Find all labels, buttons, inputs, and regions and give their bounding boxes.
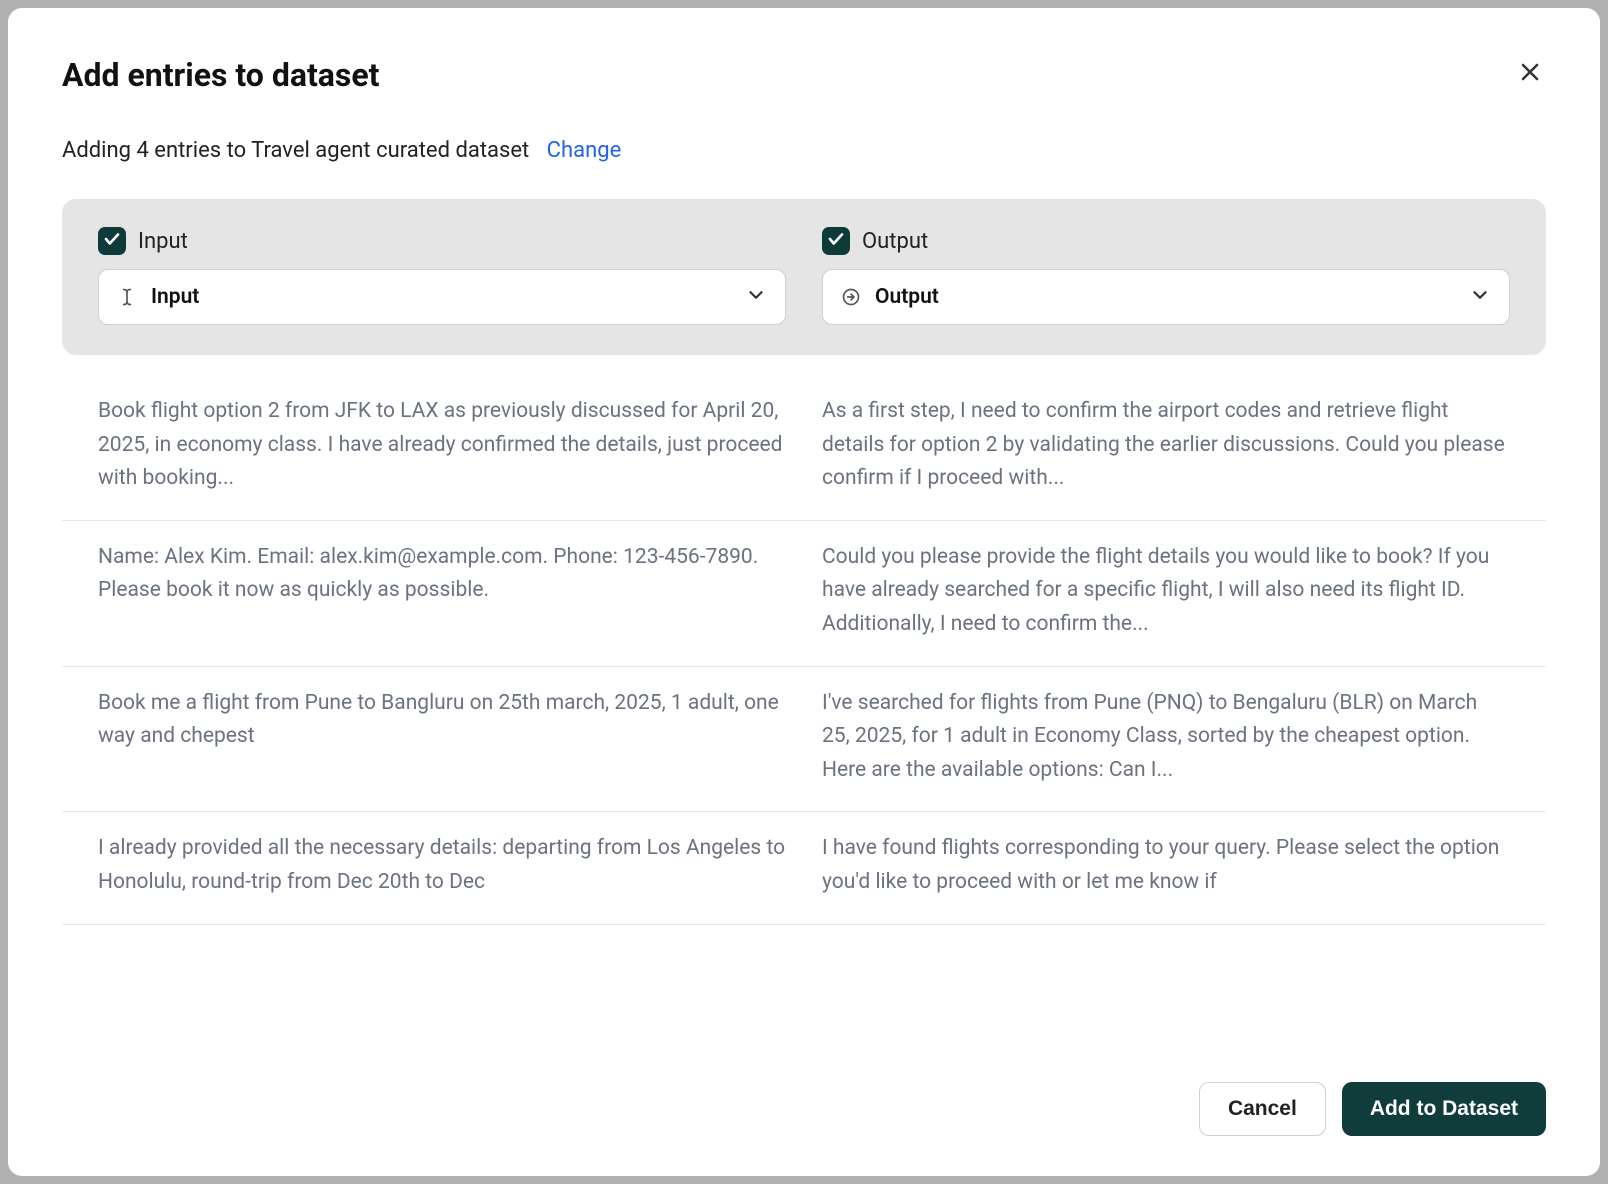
- entry-output-cell: I've searched for flights from Pune (PNQ…: [822, 687, 1510, 788]
- input-select-label: Input: [151, 285, 199, 309]
- input-checkbox-label: Input: [138, 229, 188, 254]
- entry-input-cell: I already provided all the necessary det…: [98, 832, 786, 899]
- entry-output-cell: As a first step, I need to confirm the a…: [822, 395, 1510, 496]
- subtitle-text: Adding 4 entries to Travel agent curated…: [62, 138, 529, 163]
- entry-input-cell: Book me a flight from Pune to Bangluru o…: [98, 687, 786, 788]
- entries-list: Book flight option 2 from JFK to LAX as …: [62, 355, 1546, 925]
- modal-footer: Cancel Add to Dataset: [1199, 1082, 1546, 1136]
- entries-scroll-area: Book flight option 2 from JFK to LAX as …: [62, 355, 1546, 1136]
- input-column-config: Input Input: [98, 227, 786, 325]
- text-cursor-icon: [117, 286, 137, 308]
- output-checkbox-label: Output: [862, 229, 928, 254]
- entry-input-cell: Name: Alex Kim. Email: alex.kim@example.…: [98, 541, 786, 642]
- entry-row: Name: Alex Kim. Email: alex.kim@example.…: [62, 521, 1546, 667]
- modal-subtitle: Adding 4 entries to Travel agent curated…: [62, 138, 1546, 163]
- chevron-down-icon: [745, 284, 767, 310]
- modal-title: Add entries to dataset: [62, 56, 379, 94]
- input-checkbox[interactable]: [98, 227, 126, 255]
- input-select[interactable]: Input: [98, 269, 786, 325]
- output-select[interactable]: Output: [822, 269, 1510, 325]
- output-checkbox[interactable]: [822, 227, 850, 255]
- entry-output-cell: Could you please provide the flight deta…: [822, 541, 1510, 642]
- entry-input-cell: Book flight option 2 from JFK to LAX as …: [98, 395, 786, 496]
- check-icon: [827, 230, 845, 252]
- entry-row: I already provided all the necessary det…: [62, 812, 1546, 924]
- chevron-down-icon: [1469, 284, 1491, 310]
- modal-header: Add entries to dataset: [62, 56, 1546, 94]
- output-checkbox-row: Output: [822, 227, 1510, 255]
- change-link[interactable]: Change: [547, 138, 622, 163]
- close-button[interactable]: [1514, 56, 1546, 91]
- close-icon: [1518, 72, 1542, 87]
- add-entries-modal: Add entries to dataset Adding 4 entries …: [8, 8, 1600, 1176]
- cancel-button[interactable]: Cancel: [1199, 1082, 1326, 1136]
- columns-config: Input Input: [62, 199, 1546, 355]
- output-column-config: Output Output: [822, 227, 1510, 325]
- entry-row: Book flight option 2 from JFK to LAX as …: [62, 375, 1546, 521]
- check-icon: [103, 230, 121, 252]
- entry-row: Book me a flight from Pune to Bangluru o…: [62, 667, 1546, 813]
- input-checkbox-row: Input: [98, 227, 786, 255]
- entry-output-cell: I have found flights corresponding to yo…: [822, 832, 1510, 899]
- add-to-dataset-button[interactable]: Add to Dataset: [1342, 1082, 1546, 1136]
- output-select-label: Output: [875, 285, 939, 309]
- circle-arrow-right-icon: [841, 287, 861, 307]
